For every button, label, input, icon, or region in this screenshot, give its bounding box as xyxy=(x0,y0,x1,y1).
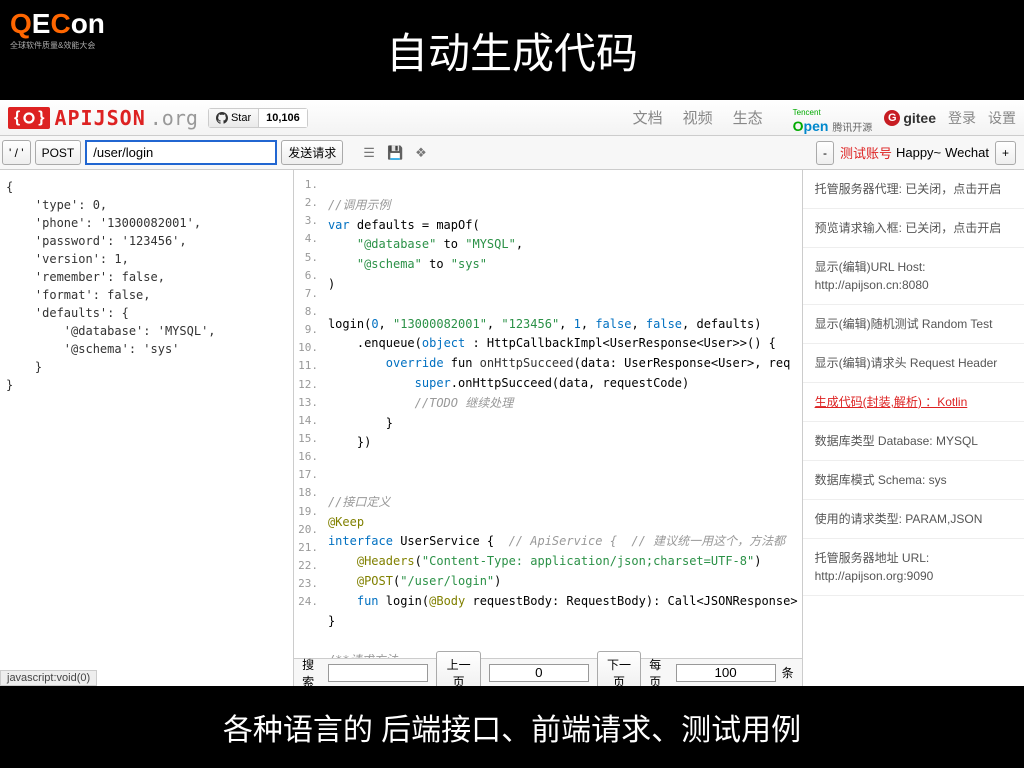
slide-footer-text: 各种语言的 后端接口、前端请求、测试用例 xyxy=(223,705,801,749)
logo-name: APIJSON xyxy=(54,106,145,130)
status-bar: javascript:void(0) xyxy=(0,670,97,686)
settings-item[interactable]: 显示(编辑)请求头 Request Header xyxy=(803,344,1024,383)
code-editor[interactable]: 123456789101112131415161718192021222324 … xyxy=(294,170,802,658)
toolbar: ' / ' POST 发送请求 ☰ 💾 ❖ - 测试账号 Happy~ Wech… xyxy=(0,136,1024,170)
settings-link[interactable]: 设置 xyxy=(988,108,1016,128)
logo-sub: 全球软件质量&效能大会 xyxy=(10,40,105,51)
logo-on: on xyxy=(71,8,105,39)
settings-item[interactable]: 使用的请求类型: PARAM,JSON xyxy=(803,500,1024,539)
search-input[interactable] xyxy=(328,664,428,682)
page-input[interactable] xyxy=(489,664,589,682)
url-input[interactable] xyxy=(85,140,277,165)
settings-item[interactable]: 预览请求输入框: 已关闭，点击开启 xyxy=(803,209,1024,248)
wechat-label: Wechat xyxy=(945,145,989,160)
per-page-input[interactable] xyxy=(676,664,776,682)
request-body-panel[interactable]: { 'type': 0, 'phone': '13000082001', 'pa… xyxy=(0,170,294,686)
per-page-label: 每页 xyxy=(649,656,669,687)
minus-button[interactable]: - xyxy=(816,141,834,165)
plus-button[interactable]: + xyxy=(995,141,1016,165)
tencent-open[interactable]: TencentOpen 腾讯开源 xyxy=(793,102,873,134)
logo-e: E xyxy=(32,8,51,39)
settings-panel: 托管服务器代理: 已关闭，点击开启预览请求输入框: 已关闭，点击开启显示(编辑)… xyxy=(803,170,1024,686)
code-lines[interactable]: //调用示例 var defaults = mapOf( "@database"… xyxy=(324,170,802,658)
settings-item[interactable]: 数据库类型 Database: MYSQL xyxy=(803,422,1024,461)
nav-video[interactable]: 视频 xyxy=(683,107,713,128)
logo-icon: {} xyxy=(8,107,50,129)
search-label: 搜索 xyxy=(302,656,322,687)
github-icon xyxy=(216,112,228,124)
search-bar: 搜索 上一页 下一页 每页 条 xyxy=(294,658,802,686)
slide-title: 自动生成代码 xyxy=(386,20,638,81)
send-button[interactable]: 发送请求 xyxy=(281,140,343,165)
app-window: {} APIJSON.org Star 10,106 文档 视频 生态 Tenc… xyxy=(0,100,1024,686)
nav-docs[interactable]: 文档 xyxy=(633,107,663,128)
line-gutter: 123456789101112131415161718192021222324 xyxy=(294,170,324,658)
nav-links: 文档 视频 生态 xyxy=(633,107,763,128)
nav-eco[interactable]: 生态 xyxy=(733,107,763,128)
list-icon[interactable]: ☰ xyxy=(363,145,375,161)
next-page-button[interactable]: 下一页 xyxy=(597,651,641,687)
toolbar-icons: ☰ 💾 ❖ xyxy=(353,136,437,169)
qecon-logo: QECon 全球软件质量&效能大会 xyxy=(10,8,105,51)
layers-icon[interactable]: ❖ xyxy=(415,145,427,161)
prev-page-button[interactable]: 上一页 xyxy=(436,651,480,687)
unit-label: 条 xyxy=(782,664,794,681)
code-panel: 123456789101112131415161718192021222324 … xyxy=(294,170,803,686)
gitee-logo[interactable]: Ggitee xyxy=(884,110,936,126)
settings-item[interactable]: 生成代码(封装,解析) ：Kotlin xyxy=(803,383,1024,422)
test-account[interactable]: 测试账号 xyxy=(840,143,892,162)
settings-item[interactable]: 托管服务器地址 URL: http://apijson.org:9090 xyxy=(803,539,1024,596)
save-icon[interactable]: 💾 xyxy=(387,145,403,161)
nav-right: TencentOpen 腾讯开源 Ggitee 登录 设置 xyxy=(793,102,1016,134)
settings-item[interactable]: 显示(编辑)随机测试 Random Test xyxy=(803,305,1024,344)
gitee-text: gitee xyxy=(903,110,936,126)
method-button[interactable]: POST xyxy=(35,140,82,165)
code-line: //调用示例 xyxy=(328,198,390,212)
github-star[interactable]: Star 10,106 xyxy=(208,108,308,128)
app-logo[interactable]: {} APIJSON.org xyxy=(8,106,198,130)
slide-footer: 各种语言的 后端接口、前端请求、测试用例 xyxy=(0,686,1024,768)
logo-c: C xyxy=(50,8,70,39)
settings-item[interactable]: 显示(编辑)URL Host: http://apijson.cn:8080 xyxy=(803,248,1024,305)
logo-suffix: .org xyxy=(150,106,198,130)
settings-item[interactable]: 数据库模式 Schema: sys xyxy=(803,461,1024,500)
gitee-icon: G xyxy=(884,110,900,126)
settings-item[interactable]: 托管服务器代理: 已关闭，点击开启 xyxy=(803,170,1024,209)
star-button[interactable]: Star xyxy=(209,109,259,127)
main-row: { 'type': 0, 'phone': '13000082001', 'pa… xyxy=(0,170,1024,686)
logo-q: Q xyxy=(10,8,32,39)
star-count: 10,106 xyxy=(259,109,307,127)
slide-header: QECon 全球软件质量&效能大会 自动生成代码 xyxy=(0,0,1024,100)
star-label: Star xyxy=(231,112,251,124)
login-link[interactable]: 登录 xyxy=(948,108,976,128)
happy-label: Happy~ xyxy=(896,145,941,160)
app-header: {} APIJSON.org Star 10,106 文档 视频 生态 Tenc… xyxy=(0,100,1024,136)
slash-button[interactable]: ' / ' xyxy=(2,140,31,165)
